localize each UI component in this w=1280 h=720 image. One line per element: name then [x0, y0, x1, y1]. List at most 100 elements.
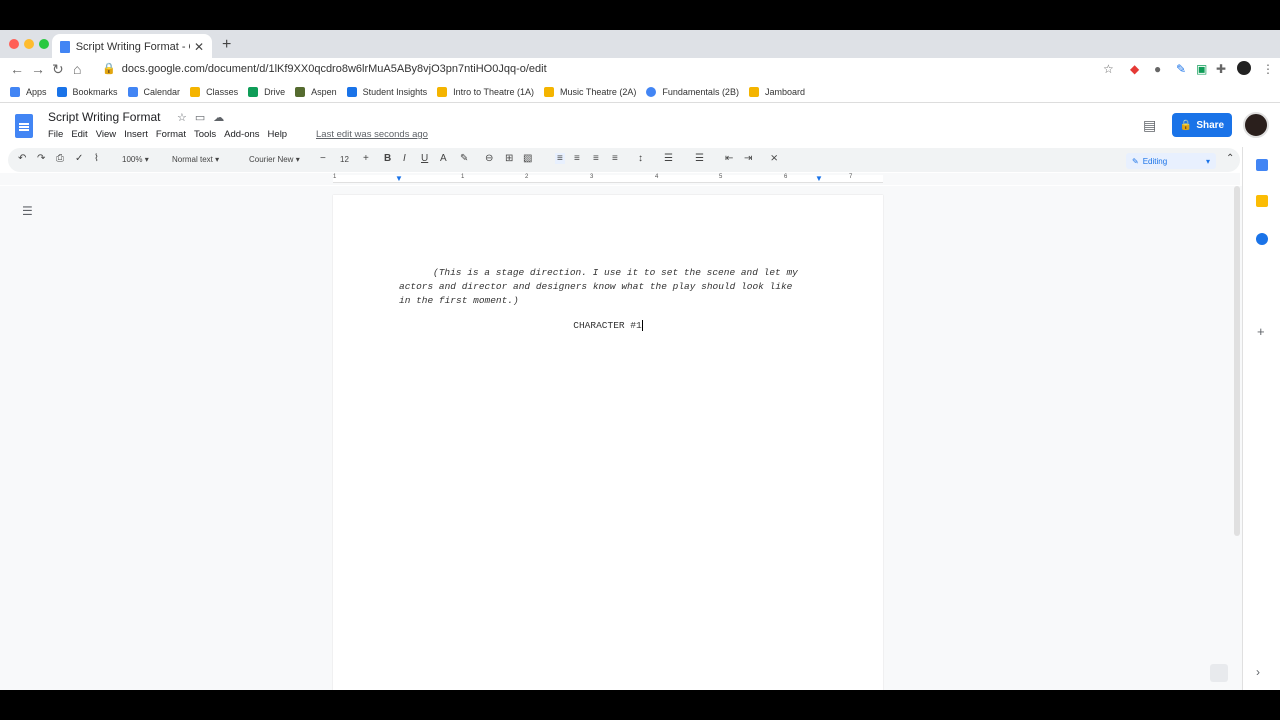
paint-format-icon[interactable]: ⌇ [94, 153, 99, 164]
extension-icon[interactable]: ● [1154, 62, 1161, 76]
chevron-down-icon: ▾ [1205, 156, 1210, 166]
bookmark-drive[interactable]: Drive [248, 87, 285, 97]
last-edit-link[interactable]: Last edit was seconds ago [316, 129, 428, 140]
share-button[interactable]: 🔒 Share [1172, 113, 1232, 137]
minimize-window-button[interactable] [24, 39, 34, 49]
line-spacing-icon[interactable]: ↕ [638, 153, 643, 164]
document-page[interactable]: (This is a stage direction. I use it to … [333, 195, 883, 690]
menu-view[interactable]: View [96, 129, 116, 140]
menu-help[interactable]: Help [268, 129, 288, 140]
print-icon[interactable]: ⎙ [56, 153, 64, 164]
docs-logo-icon[interactable] [15, 114, 33, 138]
clear-formatting-icon[interactable]: ⨯ [770, 153, 778, 164]
bookmark-jamboard[interactable]: Jamboard [748, 87, 805, 97]
insert-image-icon[interactable]: ▧ [523, 153, 532, 164]
ruler-number: 5 [719, 174, 723, 180]
reload-icon[interactable]: ↻ [52, 61, 64, 78]
decrease-indent-icon[interactable]: ⇤ [725, 153, 733, 164]
tab-title: Script Writing Format - Google [75, 41, 190, 53]
bold-icon[interactable]: B [384, 153, 391, 164]
underline-icon[interactable]: U [421, 153, 428, 164]
highlight-icon[interactable]: ✎ [460, 153, 468, 164]
menu-file[interactable]: File [48, 129, 63, 140]
bookmark-calendar[interactable]: Calendar [127, 87, 180, 97]
keep-icon[interactable] [1256, 195, 1268, 207]
align-left-icon[interactable]: ≡ [555, 153, 565, 164]
google-icon [646, 87, 657, 97]
profile-avatar[interactable] [1237, 61, 1251, 75]
increase-font-size-icon[interactable]: + [363, 153, 369, 164]
menu-dots-icon[interactable]: ⋮ [1262, 62, 1274, 76]
spellcheck-icon[interactable]: ✓ [75, 153, 83, 164]
menu-addons[interactable]: Add-ons [224, 129, 259, 140]
explore-button[interactable] [1210, 664, 1228, 682]
left-indent-marker-icon[interactable]: ▼ [395, 174, 403, 183]
add-comment-icon[interactable]: ⊞ [505, 153, 513, 164]
extension-icon[interactable]: ▣ [1196, 62, 1207, 76]
chevron-right-icon[interactable]: › [1256, 665, 1260, 679]
browser-tab[interactable]: Script Writing Format - Google ✕ [52, 34, 212, 60]
bookmark-label: Student Insights [362, 87, 428, 97]
ruler[interactable]: 1 1 2 3 4 5 6 7 ▼ ▼ [333, 174, 883, 183]
bookmark-label: Aspen [311, 87, 337, 97]
bookmark-apps[interactable]: Apps [10, 87, 47, 97]
home-icon[interactable]: ⌂ [73, 61, 81, 77]
text-color-icon[interactable]: A [440, 153, 447, 164]
bookmark-star-icon[interactable]: ☆ [1103, 62, 1114, 76]
numbered-list-icon[interactable]: ☰ [664, 153, 673, 164]
bulleted-list-icon[interactable]: ☰ [695, 153, 704, 164]
cloud-saved-icon[interactable]: ☁ [213, 112, 232, 124]
justify-icon[interactable]: ≡ [612, 153, 618, 164]
calendar-icon[interactable] [1256, 159, 1268, 171]
back-icon[interactable]: ← [10, 61, 24, 77]
puzzle-icon[interactable]: ✚ [1216, 62, 1226, 76]
stage-direction[interactable]: (This is a stage direction. I use it to … [399, 266, 803, 308]
menu-edit[interactable]: Edit [71, 129, 87, 140]
star-icon[interactable]: ☆ [177, 112, 195, 124]
bookmark-music-theatre[interactable]: Music Theatre (2A) [544, 87, 636, 97]
forward-icon[interactable]: → [31, 61, 45, 77]
address-bar[interactable]: 🔒 docs.google.com/document/d/1lKf9XX0qcdr… [102, 62, 547, 75]
bookmark-classes[interactable]: Classes [190, 87, 238, 97]
comments-icon[interactable]: ▤ [1143, 117, 1156, 134]
editing-mode-select[interactable]: ✎ Editing ▾ [1126, 153, 1216, 169]
menu-insert[interactable]: Insert [124, 129, 148, 140]
user-avatar[interactable] [1243, 112, 1269, 138]
right-indent-marker-icon[interactable]: ▼ [815, 174, 823, 183]
bookmark-aspen[interactable]: Aspen [295, 87, 337, 97]
maximize-window-button[interactable] [39, 39, 49, 49]
increase-indent-icon[interactable]: ⇥ [744, 153, 752, 164]
document-outline-icon[interactable]: ☰ [22, 204, 33, 218]
font-select[interactable]: Courier New ▾ [249, 155, 300, 164]
bookmark-student-insights[interactable]: Student Insights [346, 87, 428, 97]
link-icon[interactable]: ⊖ [485, 153, 493, 164]
decrease-font-size-icon[interactable]: − [320, 153, 326, 164]
tab-close-icon[interactable]: ✕ [194, 40, 204, 54]
undo-icon[interactable]: ↶ [18, 153, 26, 164]
align-center-icon[interactable]: ≡ [574, 153, 580, 164]
bookmark-intro-theatre[interactable]: Intro to Theatre (1A) [437, 87, 534, 97]
tasks-icon[interactable] [1256, 233, 1268, 245]
ruler-number: 2 [525, 174, 529, 180]
redo-icon[interactable]: ↷ [37, 153, 45, 164]
leaf-icon [295, 87, 306, 97]
collapse-menus-icon[interactable]: ⌃ [1226, 153, 1234, 164]
bookmark-bookmarks[interactable]: Bookmarks [56, 87, 118, 97]
align-right-icon[interactable]: ≡ [593, 153, 599, 164]
zoom-select[interactable]: 100% ▾ [122, 155, 149, 164]
new-tab-button[interactable]: + [222, 36, 231, 54]
menu-format[interactable]: Format [156, 129, 186, 140]
character-name-line[interactable]: CHARACTER #1 [333, 320, 883, 331]
document-title[interactable]: Script Writing Format [48, 110, 160, 124]
close-window-button[interactable] [9, 39, 19, 49]
extension-icon[interactable]: ✎ [1176, 62, 1186, 76]
style-select[interactable]: Normal text ▾ [172, 155, 219, 164]
move-folder-icon[interactable]: ▭ [195, 112, 213, 124]
extension-icon[interactable]: ◆ [1130, 62, 1139, 76]
menu-tools[interactable]: Tools [194, 129, 216, 140]
italic-icon[interactable]: I [403, 153, 406, 164]
font-size-input[interactable]: 12 [340, 155, 349, 164]
vertical-scrollbar[interactable] [1234, 186, 1240, 536]
bookmark-fundamentals[interactable]: Fundamentals (2B) [646, 87, 739, 97]
add-addon-icon[interactable]: + [1257, 324, 1265, 339]
